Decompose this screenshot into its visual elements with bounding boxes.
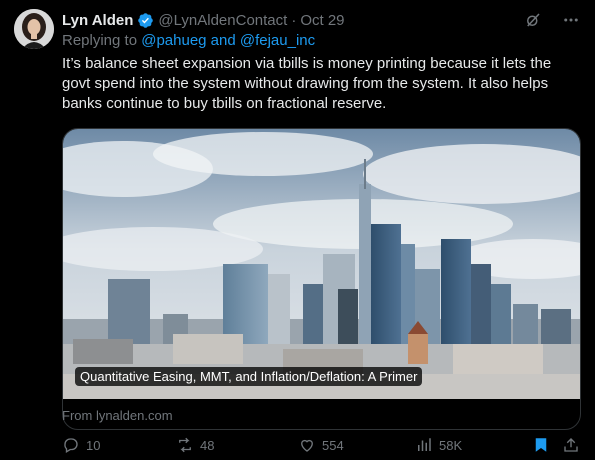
tweet-text: It’s balance sheet expansion via tbills … [62,55,552,112]
reply-count: 10 [86,437,101,453]
header-actions [523,10,581,30]
reply-button[interactable]: 10 [62,436,100,454]
link-card[interactable]: Quantitative Easing, MMT, and Inflation/… [62,128,581,430]
verified-badge-icon[interactable] [137,12,154,29]
card-source[interactable]: From lynalden.com [62,408,173,423]
replying-to: Replying to @pahueg and @fejau_inc [62,32,315,49]
avatar[interactable] [14,9,54,49]
repost-icon [179,437,191,453]
avatar-image [14,9,54,49]
repost-count: 48 [200,437,215,453]
like-icon [301,439,313,452]
bookmark-icon [535,438,547,452]
like-count: 554 [322,437,344,453]
share-icon [564,438,578,452]
bookmark-button[interactable] [532,436,550,454]
replying-to-label: Replying to [62,32,138,49]
city-skyline-image [63,129,580,399]
views-button[interactable]: 58K [415,436,462,454]
card-title[interactable]: Quantitative Easing, MMT, and Inflation/… [75,367,423,386]
repost-button[interactable]: 48 [176,436,214,454]
grok-icon[interactable] [523,10,543,30]
author-name[interactable]: Lyn Alden [62,12,133,29]
author-handle[interactable]: @LynAldenContact [158,12,287,29]
separator-dot: · [291,11,297,29]
reply-icon [64,438,78,453]
tweet-header: Lyn Alden @LynAldenContact · Oct 29 [62,10,582,30]
share-button[interactable] [562,436,580,454]
more-icon[interactable] [561,10,581,30]
views-count: 58K [439,437,463,453]
like-button[interactable]: 554 [298,436,344,454]
views-icon [418,438,431,451]
reply-mentions[interactable]: @pahueg and @fejau_inc [141,32,315,49]
action-bar: 10 48 554 58K [62,436,582,458]
tweet-date[interactable]: Oct 29 [300,12,344,29]
